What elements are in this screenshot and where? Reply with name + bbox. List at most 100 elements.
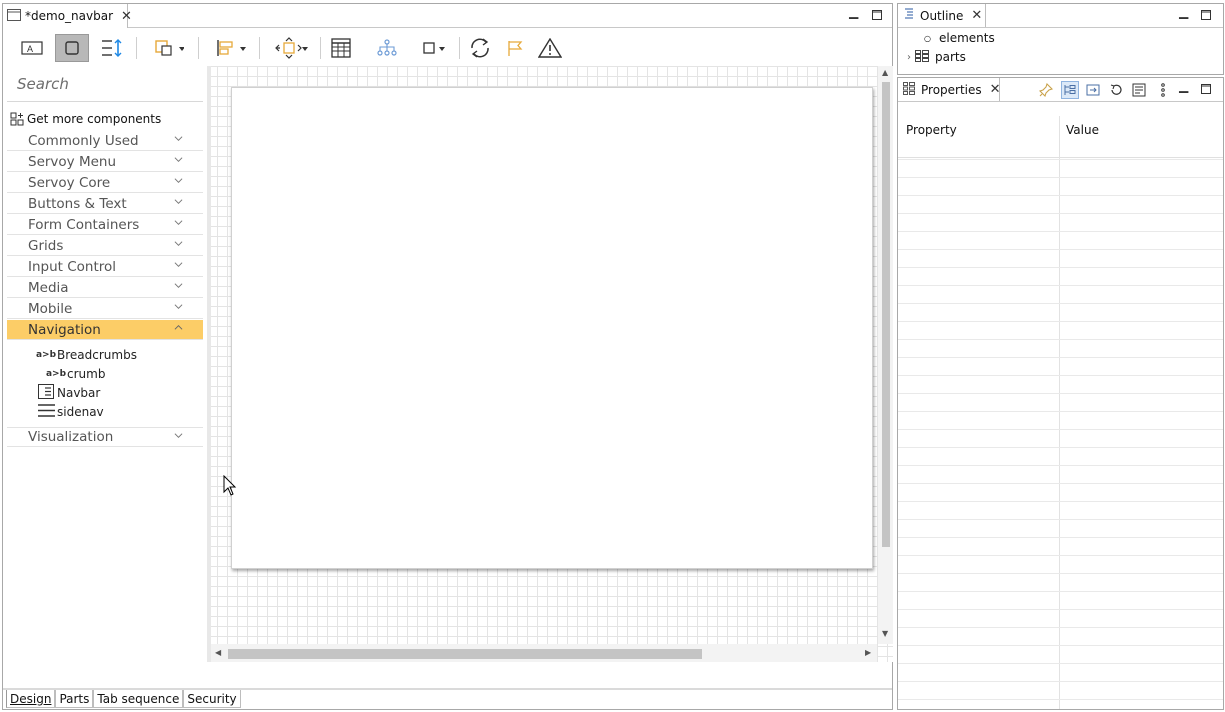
- navbar-icon: [35, 384, 57, 402]
- scroll-right-icon[interactable]: ▶: [865, 648, 871, 657]
- minimize-icon[interactable]: ▁: [849, 5, 858, 19]
- chevron-up-icon: [174, 324, 183, 330]
- chevron-down-icon: [174, 220, 183, 226]
- design-canvas[interactable]: ▲ ▼ ◀ ▶: [207, 66, 893, 662]
- component-breadcrumbs[interactable]: a>b Breadcrumbs: [35, 346, 137, 364]
- palette-search-input[interactable]: Search: [7, 66, 203, 102]
- outline-item-elements[interactable]: ○ elements: [924, 29, 995, 47]
- properties-view: Properties ✕ ▁ Property Value: [897, 77, 1224, 710]
- editor-bottom-tabs: Design Parts Tab sequence Security: [6, 690, 241, 708]
- breadcrumbs-icon: a>b: [35, 350, 57, 360]
- advanced-properties-icon[interactable]: [1084, 81, 1102, 99]
- get-more-components-label: Get more components: [27, 112, 162, 126]
- description-icon[interactable]: [1130, 81, 1148, 99]
- maximize-icon[interactable]: [872, 9, 882, 23]
- horizontal-scroll-thumb[interactable]: [228, 649, 702, 659]
- view-menu-icon[interactable]: [1154, 81, 1172, 99]
- label-tool-button[interactable]: A: [17, 35, 47, 61]
- chevron-down-icon: [174, 304, 183, 310]
- category-navigation[interactable]: Navigation: [7, 320, 203, 340]
- flag-icon[interactable]: [502, 35, 528, 61]
- distribute-dropdown-button[interactable]: [273, 35, 311, 61]
- chevron-down-icon: [174, 136, 183, 142]
- categories-toggle-icon[interactable]: [1061, 81, 1079, 99]
- restore-default-icon[interactable]: [1107, 81, 1125, 99]
- column-header-property: Property: [906, 123, 957, 137]
- close-icon[interactable]: ✕: [971, 8, 982, 23]
- svg-text:A: A: [27, 44, 33, 54]
- column-header-value: Value: [1066, 123, 1099, 137]
- category-grids[interactable]: Grids: [7, 236, 203, 256]
- component-sidenav[interactable]: sidenav: [35, 403, 104, 421]
- outline-item-parts[interactable]: › parts: [907, 48, 966, 66]
- warning-icon[interactable]: [535, 35, 565, 61]
- shapes-dropdown-button[interactable]: [151, 35, 187, 61]
- editor-tab-bar: *demo_navbar ✕ ▁: [3, 4, 892, 28]
- minimize-icon[interactable]: ▁: [1179, 79, 1188, 93]
- bullet-icon: ○: [924, 33, 931, 43]
- close-icon[interactable]: ✕: [990, 82, 1001, 97]
- close-icon[interactable]: ✕: [121, 9, 132, 24]
- component-crumb[interactable]: a>b crumb: [45, 365, 105, 383]
- pin-icon[interactable]: [1037, 81, 1055, 99]
- chevron-right-icon[interactable]: ›: [907, 52, 911, 63]
- outline-view: Outline ✕ ▁ ○ elements › parts: [897, 3, 1224, 75]
- scroll-left-icon[interactable]: ◀: [215, 648, 221, 657]
- form-editor: *demo_navbar ✕ ▁ A Search Get more compo…: [2, 3, 893, 710]
- chevron-down-icon: [174, 262, 183, 268]
- category-form-containers[interactable]: Form Containers: [7, 215, 203, 235]
- chevron-down-icon: [174, 178, 183, 184]
- category-buttons-text[interactable]: Buttons & Text: [7, 194, 203, 214]
- maximize-icon[interactable]: [1201, 83, 1211, 97]
- properties-table-body: [898, 159, 1223, 709]
- chevron-down-icon: [174, 433, 183, 439]
- category-media[interactable]: Media: [7, 278, 203, 298]
- tab-parts[interactable]: Parts: [55, 690, 94, 708]
- properties-title: Properties: [921, 82, 982, 97]
- chevron-down-icon: [174, 157, 183, 163]
- component-navbar[interactable]: Navbar: [35, 384, 100, 402]
- vertical-scroll-thumb[interactable]: [882, 82, 890, 547]
- maximize-icon[interactable]: [1201, 9, 1211, 23]
- hamburger-icon: [35, 403, 57, 421]
- category-servoy-menu[interactable]: Servoy Menu: [7, 152, 203, 172]
- table-icon[interactable]: [328, 35, 354, 61]
- resize-tool-button[interactable]: [97, 35, 127, 61]
- parts-icon: [915, 49, 929, 65]
- properties-icon: [903, 81, 915, 98]
- category-input-control[interactable]: Input Control: [7, 257, 203, 277]
- scroll-up-icon[interactable]: ▲: [882, 68, 888, 77]
- properties-table-header: Property Value: [898, 102, 1223, 158]
- mouse-cursor-icon: [223, 475, 237, 496]
- properties-tab[interactable]: Properties ✕: [898, 78, 1001, 101]
- outline-title: Outline: [920, 8, 964, 23]
- category-commonly-used[interactable]: Commonly Used: [7, 131, 203, 151]
- rectangle-tool-button[interactable]: [55, 34, 89, 62]
- tab-tab-sequence[interactable]: Tab sequence: [93, 690, 184, 708]
- refresh-icon[interactable]: [465, 35, 495, 61]
- minimize-icon[interactable]: ▁: [1179, 5, 1188, 19]
- chevron-down-icon: [174, 283, 183, 289]
- scroll-down-icon[interactable]: ▼: [882, 629, 888, 638]
- get-more-components-link[interactable]: Get more components: [7, 110, 203, 128]
- tab-design[interactable]: Design: [6, 690, 56, 708]
- crumb-icon: a>b: [45, 369, 67, 379]
- chevron-down-icon: [174, 241, 183, 247]
- tab-security[interactable]: Security: [183, 690, 241, 708]
- category-visualization[interactable]: Visualization: [7, 427, 203, 447]
- hierarchy-icon[interactable]: [373, 35, 401, 61]
- outline-icon: [903, 7, 915, 24]
- align-dropdown-button[interactable]: [213, 35, 249, 61]
- form-sheet[interactable]: [231, 87, 873, 569]
- vertical-scrollbar[interactable]: ▲ ▼: [878, 66, 893, 644]
- editor-tab-title: *demo_navbar: [25, 9, 113, 23]
- horizontal-scrollbar[interactable]: ◀ ▶: [211, 644, 877, 662]
- editor-toolbar: A: [3, 29, 892, 66]
- component-palette: Search Get more components Commonly Used…: [7, 66, 205, 689]
- border-dropdown-button[interactable]: [417, 35, 451, 61]
- editor-tab-demo-navbar[interactable]: *demo_navbar ✕: [3, 4, 132, 28]
- outline-tab[interactable]: Outline ✕: [898, 4, 986, 27]
- form-icon: [7, 8, 21, 24]
- category-servoy-core[interactable]: Servoy Core: [7, 173, 203, 193]
- category-mobile[interactable]: Mobile: [7, 299, 203, 319]
